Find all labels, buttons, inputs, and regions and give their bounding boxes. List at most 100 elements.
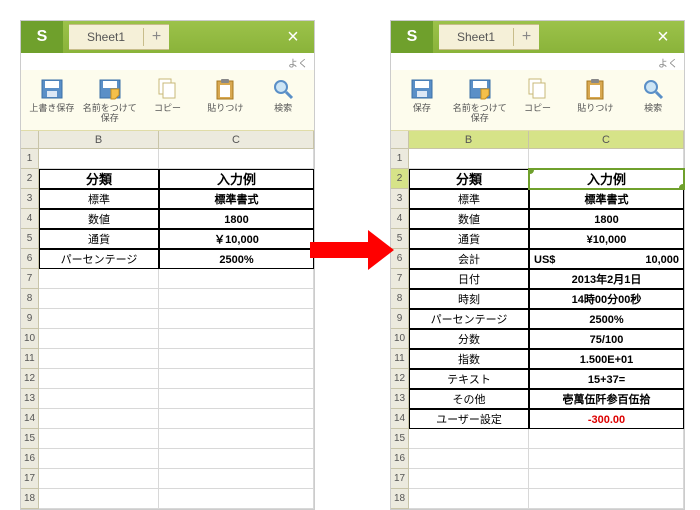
cell[interactable] xyxy=(39,409,159,429)
toolbar-button[interactable]: 検索 xyxy=(254,74,312,126)
cell[interactable] xyxy=(529,469,684,489)
cell[interactable] xyxy=(159,489,314,509)
cell[interactable]: 分類 xyxy=(409,169,529,189)
row-header[interactable]: 8 xyxy=(391,289,409,309)
row-header[interactable]: 11 xyxy=(391,349,409,369)
col-header-b[interactable]: B xyxy=(39,131,159,149)
cell[interactable] xyxy=(159,329,314,349)
cell[interactable] xyxy=(529,489,684,509)
cell[interactable]: 標準書式 xyxy=(159,189,314,209)
cell[interactable] xyxy=(409,149,529,169)
close-icon[interactable]: × xyxy=(642,21,684,53)
cell[interactable]: 指数 xyxy=(409,349,529,369)
add-sheet-button[interactable]: + xyxy=(513,28,539,46)
row-header[interactable]: 9 xyxy=(21,309,39,329)
row-header[interactable]: 17 xyxy=(391,469,409,489)
cell[interactable]: 1.500E+01 xyxy=(529,349,684,369)
toolbar-button[interactable]: 名前をつけて 保存 xyxy=(81,74,139,126)
cell[interactable] xyxy=(39,349,159,369)
row-header[interactable]: 15 xyxy=(21,429,39,449)
cell[interactable] xyxy=(159,369,314,389)
row-header[interactable]: 15 xyxy=(391,429,409,449)
cell[interactable] xyxy=(159,269,314,289)
col-header-c[interactable]: C xyxy=(529,131,684,149)
cell[interactable]: US$10,000 xyxy=(529,249,684,269)
row-header[interactable]: 16 xyxy=(391,449,409,469)
cell[interactable] xyxy=(39,469,159,489)
cell[interactable] xyxy=(39,449,159,469)
close-icon[interactable]: × xyxy=(272,21,314,53)
cell[interactable]: 2500% xyxy=(529,309,684,329)
cell[interactable]: 会計 xyxy=(409,249,529,269)
cell[interactable] xyxy=(159,409,314,429)
cell[interactable]: 標準書式 xyxy=(529,189,684,209)
grid[interactable]: B C 123456789101112131415161718 分類入力例標準標… xyxy=(391,131,684,509)
toolbar-button[interactable]: コピー xyxy=(139,74,197,126)
col-header-b[interactable]: B xyxy=(409,131,529,149)
cell[interactable]: 入力例 xyxy=(529,169,684,189)
cell[interactable] xyxy=(159,389,314,409)
row-header[interactable]: 4 xyxy=(391,209,409,229)
cell[interactable] xyxy=(409,429,529,449)
cell[interactable]: ユーザー設定 xyxy=(409,409,529,429)
cell[interactable] xyxy=(39,289,159,309)
cell[interactable] xyxy=(409,449,529,469)
cell[interactable]: テキスト xyxy=(409,369,529,389)
cell[interactable]: 入力例 xyxy=(159,169,314,189)
row-header[interactable]: 1 xyxy=(21,149,39,169)
cell[interactable]: 数値 xyxy=(409,209,529,229)
row-header[interactable]: 18 xyxy=(391,489,409,509)
cell[interactable]: 2500% xyxy=(159,249,314,269)
cell[interactable] xyxy=(529,149,684,169)
toolbar-button[interactable]: 貼りつけ xyxy=(196,74,254,126)
cell[interactable] xyxy=(159,469,314,489)
row-header[interactable]: 4 xyxy=(21,209,39,229)
cell[interactable]: 14時00分00秒 xyxy=(529,289,684,309)
toolbar-button[interactable]: 検索 xyxy=(624,74,682,126)
toolbar-button[interactable]: 名前をつけて 保存 xyxy=(451,74,509,126)
cell[interactable]: 1800 xyxy=(529,209,684,229)
cell[interactable]: -300.00 xyxy=(529,409,684,429)
cell[interactable]: 標準 xyxy=(39,189,159,209)
row-header[interactable]: 13 xyxy=(391,389,409,409)
row-header[interactable]: 16 xyxy=(21,449,39,469)
cell[interactable]: その他 xyxy=(409,389,529,409)
cell[interactable] xyxy=(39,329,159,349)
row-header[interactable]: 11 xyxy=(21,349,39,369)
app-icon[interactable]: S xyxy=(391,21,433,53)
cell[interactable]: ¥10,000 xyxy=(529,229,684,249)
row-header[interactable]: 17 xyxy=(21,469,39,489)
cell[interactable] xyxy=(159,349,314,369)
cell[interactable] xyxy=(159,429,314,449)
toolbar-button[interactable]: コピー xyxy=(509,74,567,126)
row-header[interactable]: 2 xyxy=(391,169,409,189)
cell[interactable] xyxy=(39,389,159,409)
row-header[interactable]: 7 xyxy=(391,269,409,289)
cell[interactable] xyxy=(39,309,159,329)
cell[interactable]: 通貨 xyxy=(409,229,529,249)
cell[interactable] xyxy=(409,469,529,489)
cell[interactable] xyxy=(39,149,159,169)
cell[interactable] xyxy=(159,149,314,169)
app-icon[interactable]: S xyxy=(21,21,63,53)
row-header[interactable]: 14 xyxy=(21,409,39,429)
cell[interactable]: 数値 xyxy=(39,209,159,229)
row-header[interactable]: 18 xyxy=(21,489,39,509)
row-header[interactable]: 10 xyxy=(21,329,39,349)
cell[interactable]: 15+37= xyxy=(529,369,684,389)
row-header[interactable]: 8 xyxy=(21,289,39,309)
add-sheet-button[interactable]: + xyxy=(143,28,169,46)
cell[interactable]: 75/100 xyxy=(529,329,684,349)
toolbar-button[interactable]: 貼りつけ xyxy=(566,74,624,126)
cell[interactable] xyxy=(159,289,314,309)
sheet-tab[interactable]: Sheet1 + xyxy=(69,24,169,50)
cell[interactable] xyxy=(409,489,529,509)
cell[interactable] xyxy=(39,269,159,289)
cell[interactable]: パーセンテージ xyxy=(409,309,529,329)
cell[interactable] xyxy=(39,369,159,389)
row-header[interactable]: 12 xyxy=(391,369,409,389)
cell[interactable]: 2013年2月1日 xyxy=(529,269,684,289)
cell[interactable]: ￥10,000 xyxy=(159,229,314,249)
select-all-corner[interactable] xyxy=(391,131,409,149)
cell[interactable]: 通貨 xyxy=(39,229,159,249)
